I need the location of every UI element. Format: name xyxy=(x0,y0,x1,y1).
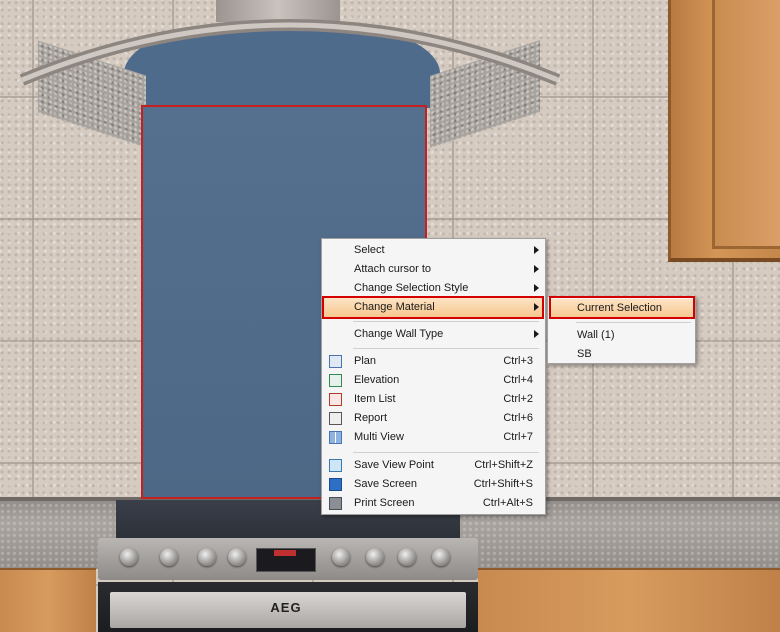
menu-item-print-screen[interactable]: Print Screen Ctrl+Alt+S xyxy=(323,494,544,513)
menu-item-label: Change Wall Type xyxy=(354,328,444,340)
menu-item-label: Report xyxy=(354,412,388,424)
base-cabinet-left xyxy=(0,568,96,632)
menu-item-shortcut: Ctrl+Shift+Z xyxy=(474,459,533,471)
print-screen-icon xyxy=(329,497,342,510)
oven-clock-digits xyxy=(274,550,296,556)
cooker-knob xyxy=(398,548,416,566)
multi-view-icon xyxy=(329,431,342,444)
wall-cabinet-door xyxy=(712,0,780,249)
submenu-arrow-icon xyxy=(534,246,539,254)
menu-item-label: Select xyxy=(354,244,385,256)
menu-separator xyxy=(353,348,539,349)
menu-item-change-wall-type[interactable]: Change Wall Type xyxy=(323,325,544,344)
menu-item-report[interactable]: Report Ctrl+6 xyxy=(323,409,544,428)
submenu-arrow-icon xyxy=(534,330,539,338)
menu-item-label: Save Screen xyxy=(354,478,417,490)
menu-item-label: Plan xyxy=(354,355,377,367)
menu-item-shortcut: Ctrl+6 xyxy=(503,412,533,424)
menu-item-item-list[interactable]: Item List Ctrl+2 xyxy=(323,390,544,409)
menu-separator xyxy=(353,452,539,453)
change-material-highlight-box xyxy=(322,296,544,319)
context-menu: Select Attach cursor to Change Selection… xyxy=(321,238,546,515)
menu-item-shortcut: Ctrl+3 xyxy=(503,355,533,367)
cooker-knob xyxy=(332,548,350,566)
menu-item-label: Multi View xyxy=(354,431,404,443)
submenu-separator xyxy=(576,322,691,323)
menu-item-label: Change Selection Style xyxy=(354,282,469,294)
menu-item-shortcut: Ctrl+7 xyxy=(503,431,533,443)
plan-icon xyxy=(329,355,342,368)
item-list-icon xyxy=(329,393,342,406)
cooker-hood-rail xyxy=(20,19,560,86)
menu-item-attach-cursor-to[interactable]: Attach cursor to xyxy=(323,260,544,279)
cooker-knob xyxy=(228,548,246,566)
menu-item-save-screen[interactable]: Save Screen Ctrl+Shift+S xyxy=(323,475,544,494)
menu-item-shortcut: Ctrl+Shift+S xyxy=(473,478,533,490)
submenu-item-wall-1[interactable]: Wall (1) xyxy=(549,326,694,345)
cooker-knob xyxy=(198,548,216,566)
save-view-point-icon xyxy=(329,459,342,472)
menu-item-save-view-point[interactable]: Save View Point Ctrl+Shift+Z xyxy=(323,456,544,475)
submenu-arrow-icon xyxy=(534,265,539,273)
submenu-item-sb[interactable]: SB xyxy=(549,345,694,364)
elevation-icon xyxy=(329,374,342,387)
menu-item-shortcut: Ctrl+4 xyxy=(503,374,533,386)
cooker-knob xyxy=(366,548,384,566)
report-icon xyxy=(329,412,342,425)
cooker-knob xyxy=(120,548,138,566)
menu-item-label: Attach cursor to xyxy=(354,263,432,275)
menu-item-shortcut: Ctrl+2 xyxy=(503,393,533,405)
base-cabinet-right xyxy=(478,568,780,632)
menu-item-label: Elevation xyxy=(354,374,400,386)
menu-item-label: Print Screen xyxy=(354,497,415,509)
menu-item-multi-view[interactable]: Multi View Ctrl+7 xyxy=(323,428,544,447)
menu-item-select[interactable]: Select xyxy=(323,241,544,260)
cooker-knob xyxy=(432,548,450,566)
menu-item-shortcut: Ctrl+Alt+S xyxy=(482,497,533,509)
cooker-knob xyxy=(160,548,178,566)
current-selection-highlight-box xyxy=(549,296,695,319)
menu-item-label: Save View Point xyxy=(354,459,434,471)
save-screen-icon xyxy=(329,478,342,491)
submenu-arrow-icon xyxy=(534,284,539,292)
menu-item-label: Item List xyxy=(354,393,396,405)
menu-item-elevation[interactable]: Elevation Ctrl+4 xyxy=(323,371,544,390)
oven-brand-label: AEG xyxy=(270,600,302,615)
menu-item-plan[interactable]: Plan Ctrl+3 xyxy=(323,352,544,371)
submenu-item-label: Wall (1) xyxy=(577,329,615,341)
submenu-item-label: SB xyxy=(577,348,592,360)
menu-separator xyxy=(353,321,539,322)
